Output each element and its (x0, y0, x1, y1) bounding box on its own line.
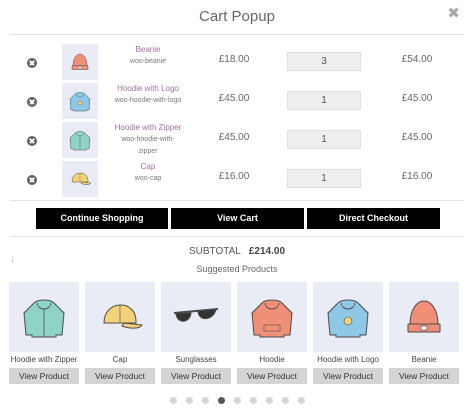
product-image[interactable] (161, 282, 231, 352)
cap-icon (71, 172, 92, 185)
remove-icon[interactable] (27, 175, 37, 185)
carousel-dot[interactable] (217, 397, 225, 404)
carousel-dot[interactable] (297, 397, 305, 404)
suggested-product: Beanie View Product (389, 282, 459, 384)
view-product-button[interactable]: View Product (313, 368, 383, 384)
hoodie-zipper-icon (23, 299, 65, 338)
view-product-button[interactable]: View Product (389, 368, 459, 384)
carousel-dot[interactable] (201, 397, 209, 404)
carousel-dot[interactable] (185, 397, 193, 404)
product-image[interactable] (389, 282, 459, 352)
cart-row: Hoodie with Logo woo-hoodie-with-logo £45… (10, 81, 464, 121)
product-sku: woo-hoodie-with-logo (114, 97, 182, 104)
product-name: Hoodie (259, 355, 285, 364)
line-total: £16.00 (401, 171, 433, 182)
product-image[interactable] (313, 282, 383, 352)
carousel-dot[interactable] (233, 397, 241, 404)
subtotal-label: SUBTOTAL (188, 246, 241, 257)
product-name: Hoodie with Logo (317, 355, 379, 364)
view-cart-button[interactable]: View Cart (171, 208, 304, 229)
popup-title: Cart Popup (199, 8, 275, 25)
product-image[interactable] (237, 282, 307, 352)
carousel-dot[interactable] (281, 397, 289, 404)
product-price: £45.00 (218, 132, 250, 143)
remove-icon[interactable] (27, 136, 37, 146)
close-icon[interactable]: ✖ (447, 4, 460, 22)
remove-icon[interactable] (27, 58, 37, 68)
quantity-input[interactable]: 3 (287, 52, 361, 71)
hoodie-icon (251, 299, 293, 338)
sunglasses-icon (173, 308, 219, 322)
view-product-button[interactable]: View Product (237, 368, 307, 384)
subtotal: SUBTOTAL £214.00 (0, 246, 474, 257)
product-name-link[interactable]: Beanie (106, 44, 190, 56)
hoodie-logo-icon (327, 299, 369, 338)
product-sku: woo-cap (134, 175, 162, 182)
carousel-dot[interactable] (265, 397, 273, 404)
divider (10, 200, 464, 201)
beanie-icon (71, 53, 89, 70)
hoodie-logo-icon (69, 92, 91, 112)
suggested-product: Hoodie with Logo View Product (313, 282, 383, 384)
product-sku: woo-beanie (129, 58, 167, 65)
product-name-link[interactable]: Cap (106, 161, 190, 173)
product-thumbnail[interactable] (62, 122, 98, 158)
beanie-icon (407, 300, 441, 333)
view-product-button[interactable]: View Product (85, 368, 155, 384)
suggested-product: Hoodie View Product (237, 282, 307, 384)
quantity-input[interactable]: 1 (287, 130, 361, 149)
product-price: £18.00 (218, 54, 250, 65)
cart-row: Hoodie with Zipper woo-hoodie-with-zipper… (10, 120, 464, 160)
product-image[interactable] (85, 282, 155, 352)
product-thumbnail[interactable] (62, 44, 98, 80)
view-product-button[interactable]: View Product (161, 368, 231, 384)
product-name: Cap (112, 355, 128, 364)
carousel-dot[interactable] (249, 397, 257, 404)
suggested-products-title: Suggested Products (196, 264, 278, 274)
suggested-product: Hoodie with Zipper View Product (9, 282, 79, 384)
product-name-link[interactable]: Hoodie with Logo (106, 83, 190, 95)
suggested-product: Sunglasses View Product (161, 282, 231, 384)
quantity-input[interactable]: 1 (287, 169, 361, 188)
product-name-link[interactable]: Hoodie with Zipper (106, 122, 190, 134)
line-total: £54.00 (401, 54, 433, 65)
divider (10, 236, 464, 237)
product-price: £45.00 (218, 93, 250, 104)
direct-checkout-button[interactable]: Direct Checkout (307, 208, 440, 229)
remove-icon[interactable] (27, 97, 37, 107)
product-name: Beanie (411, 355, 437, 364)
product-name: Hoodie with Zipper (10, 355, 78, 364)
continue-shopping-button[interactable]: Continue Shopping (36, 208, 168, 229)
product-thumbnail[interactable] (62, 83, 98, 119)
carousel-dot[interactable] (169, 397, 177, 404)
quantity-input[interactable]: 1 (287, 91, 361, 110)
product-price: £16.00 (218, 171, 250, 182)
product-name: Sunglasses (175, 355, 217, 364)
view-product-button[interactable]: View Product (9, 368, 79, 384)
cap-icon (103, 304, 143, 329)
line-total: £45.00 (401, 132, 433, 143)
cart-row: Beanie woo-beanie £18.00 3 £54.00 (10, 42, 464, 82)
suggested-product: Cap View Product (85, 282, 155, 384)
carousel-pagination (0, 397, 474, 404)
product-image[interactable] (9, 282, 79, 352)
line-total: £45.00 (401, 93, 433, 104)
cart-row: Cap woo-cap £16.00 1 £16.00 (10, 159, 464, 199)
product-sku: woo-hoodie-with-zipper (121, 136, 175, 155)
hoodie-zipper-icon (69, 131, 91, 151)
product-thumbnail[interactable] (62, 161, 98, 197)
subtotal-value: £214.00 (248, 246, 286, 257)
divider (10, 34, 464, 35)
